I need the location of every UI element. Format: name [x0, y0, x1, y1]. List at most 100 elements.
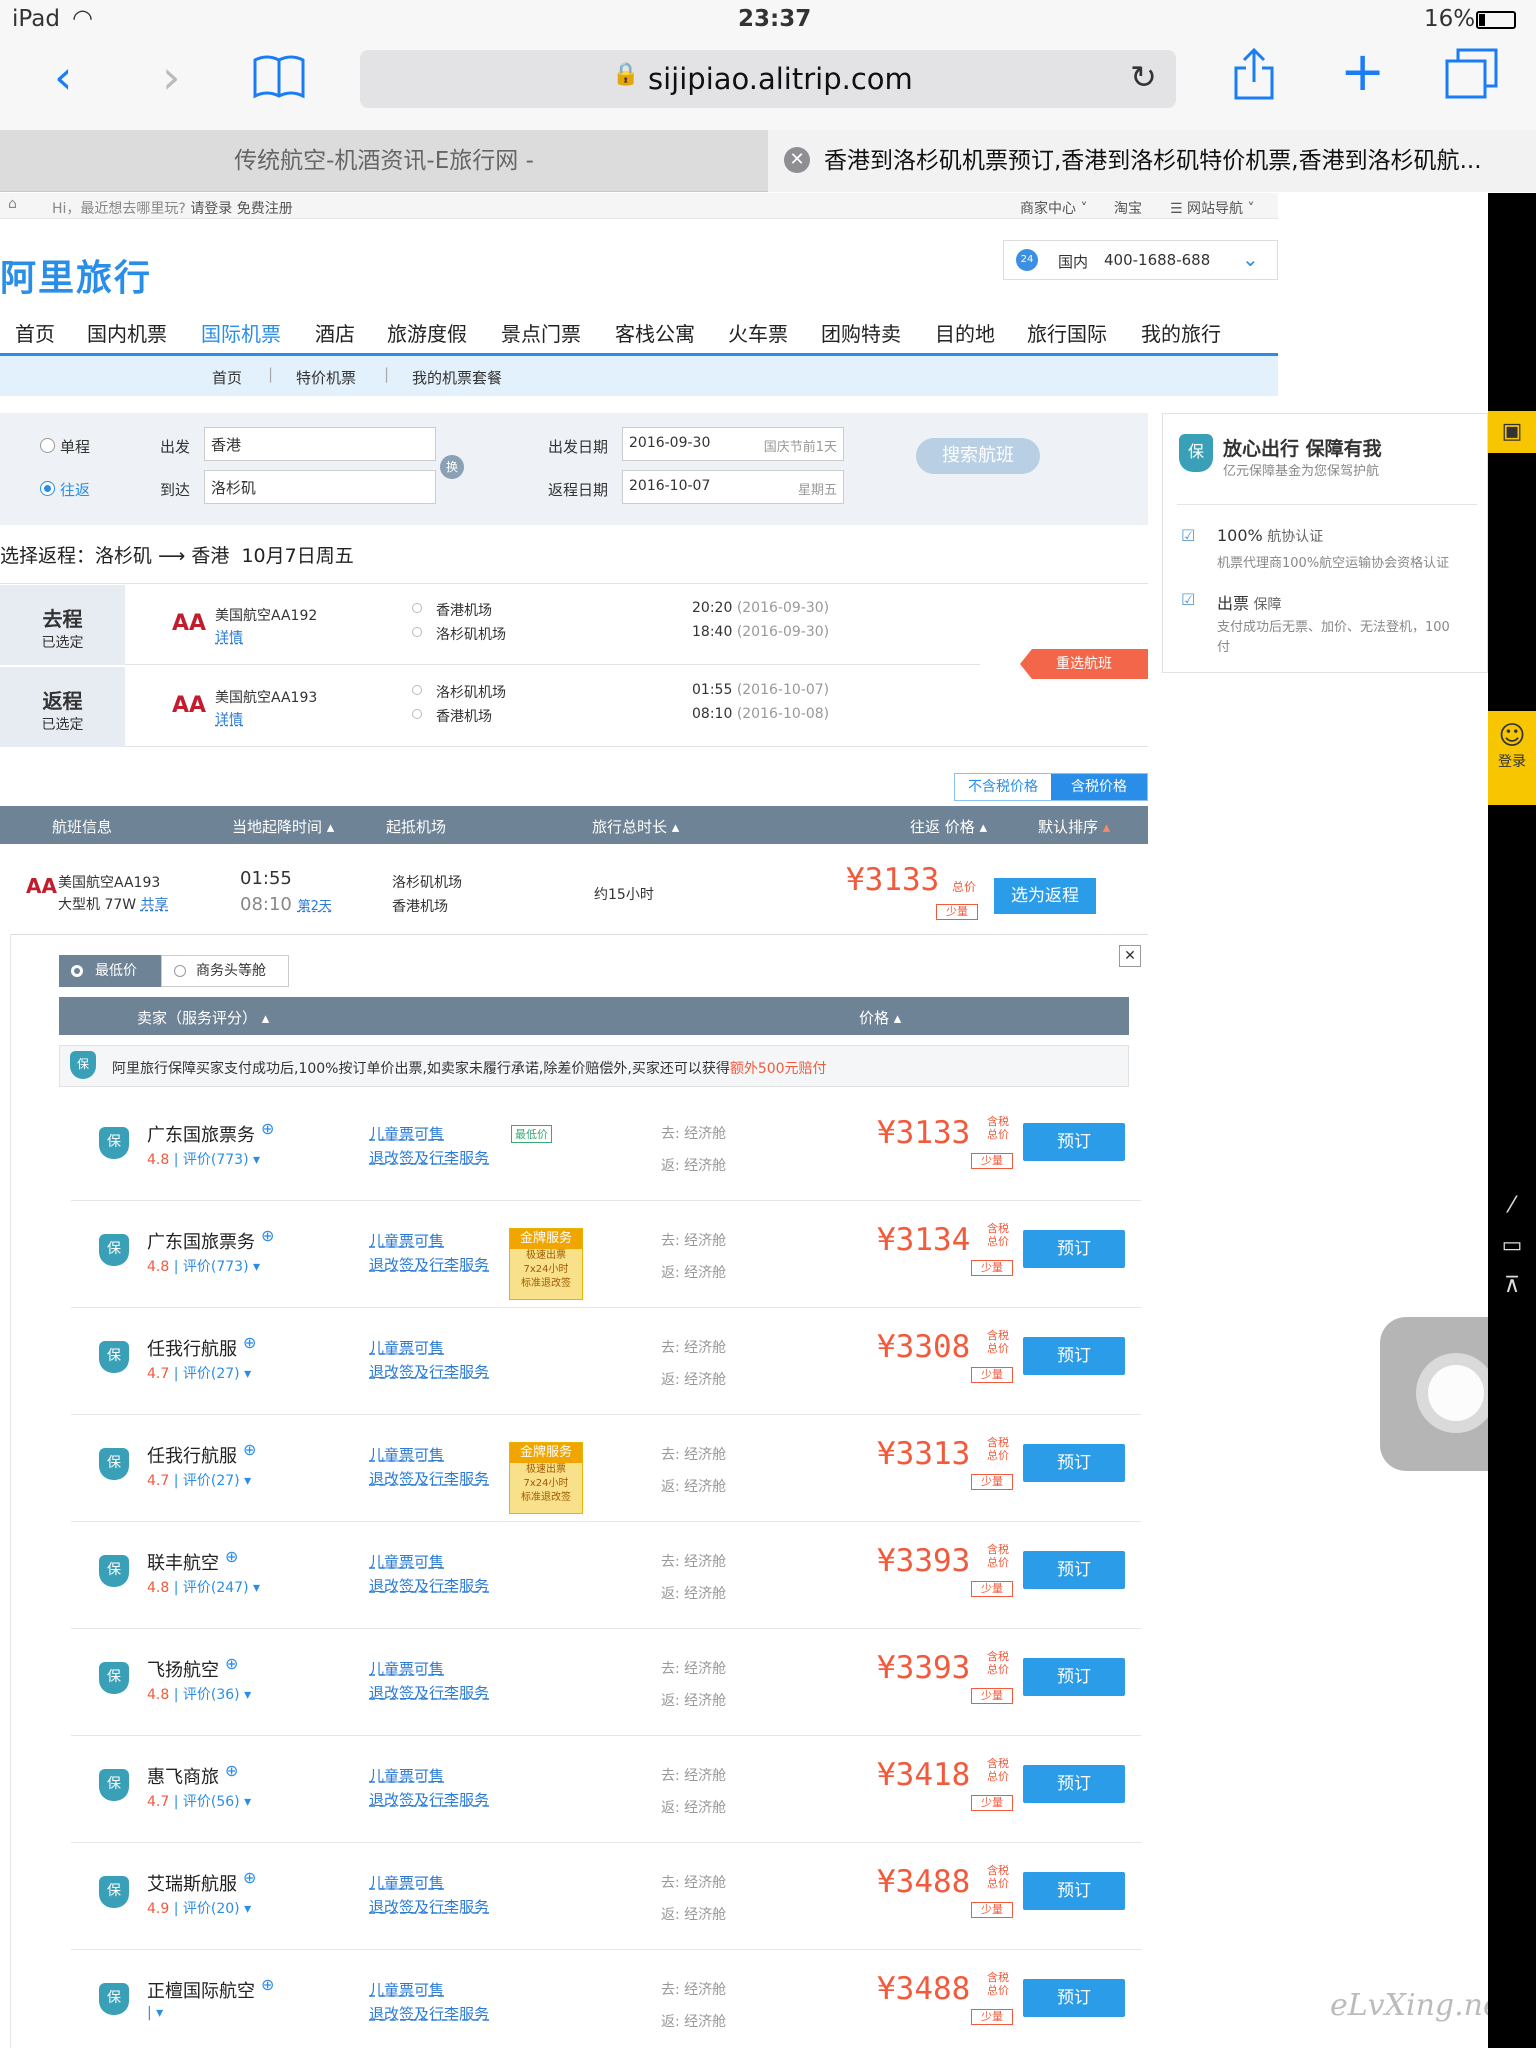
subnav-packages[interactable]: 我的机票套餐 [412, 367, 502, 388]
child-ticket-link[interactable]: 儿童票可售 [369, 1230, 444, 1251]
to-input[interactable]: 洛杉矶 [204, 470, 436, 504]
nav-vacation[interactable]: 旅游度假 [387, 318, 467, 347]
refund-policy-link[interactable]: 退改签及行李服务 [369, 1361, 489, 1382]
book-button[interactable]: 预订 [1023, 1551, 1125, 1589]
child-ticket-link[interactable]: 儿童票可售 [369, 1551, 444, 1572]
nav-group-buy[interactable]: 团购特卖 [821, 318, 901, 347]
refund-policy-link[interactable]: 退改签及行李服务 [369, 1682, 489, 1703]
share-icon[interactable] [1232, 46, 1276, 102]
nav-inns[interactable]: 客栈公寓 [615, 318, 695, 347]
from-input[interactable]: 香港 [204, 427, 436, 461]
seller-rating[interactable]: 4.7 | 评价(27) ▾ [147, 1470, 251, 1490]
codeshare-link[interactable]: 共享 [141, 897, 169, 913]
close-tab-icon[interactable]: ✕ [784, 147, 810, 173]
site-logo[interactable]: 阿里旅行 [0, 249, 152, 301]
refund-policy-link[interactable]: 退改签及行李服务 [369, 1254, 489, 1275]
close-icon[interactable]: ✕ [1119, 945, 1141, 967]
seller-name[interactable]: 艾瑞斯航服 [147, 1870, 237, 1896]
book-button[interactable]: 预订 [1023, 1337, 1125, 1375]
reselect-flight-button[interactable]: 重选航班 [1020, 649, 1148, 679]
book-button[interactable]: 预订 [1023, 1444, 1125, 1482]
child-ticket-link[interactable]: 儿童票可售 [369, 1872, 444, 1893]
child-ticket-link[interactable]: 儿童票可售 [369, 1444, 444, 1465]
nav-tickets[interactable]: 景点门票 [501, 318, 581, 347]
book-button[interactable]: 预订 [1023, 1230, 1125, 1268]
clipboard-icon[interactable]: ▣ [1488, 411, 1536, 453]
swap-button[interactable]: 换 [440, 455, 464, 479]
seller-rating[interactable]: 4.8 | 评价(247) ▾ [147, 1577, 260, 1597]
tab-active[interactable]: ✕ 香港到洛杉矶机票预订,香港到洛杉矶特价机票,香港到洛杉矶航... [768, 130, 1536, 192]
book-button[interactable]: 预订 [1023, 1872, 1125, 1910]
child-ticket-link[interactable]: 儿童票可售 [369, 1337, 444, 1358]
login-link[interactable]: 请登录 [190, 201, 232, 217]
home-icon[interactable]: ⌂ [8, 196, 17, 212]
book-button[interactable]: 预订 [1023, 1765, 1125, 1803]
hotline-box[interactable]: 24 国内 400-1688-688 ⌄ [1003, 240, 1278, 280]
edit-icon[interactable]: ⁄ [1488, 1193, 1536, 1229]
seller-rating[interactable]: 4.7 | 评价(56) ▾ [147, 1791, 251, 1811]
col-seller[interactable]: 卖家（服务评分） ▴ [137, 1007, 269, 1028]
back-icon[interactable]: ‹ [54, 50, 72, 104]
copy-icon[interactable]: ▭ [1488, 1233, 1536, 1269]
select-return-button[interactable]: 选为返程 [994, 878, 1096, 914]
nav-intl-flights[interactable]: 国际机票 [201, 318, 281, 347]
seller-name[interactable]: 任我行航服 [147, 1442, 237, 1468]
book-button[interactable]: 预订 [1023, 1123, 1125, 1161]
seller-rating[interactable]: 4.8 | 评价(773) ▾ [147, 1256, 260, 1276]
side-login-button[interactable]: ☺ 登录 [1488, 711, 1536, 805]
nav-train[interactable]: 火车票 [728, 318, 788, 347]
nav-destinations[interactable]: 目的地 [935, 318, 995, 347]
dep-date-input[interactable]: 2016-09-30 国庆节前1天 [622, 427, 844, 461]
details-link[interactable]: 详情 [215, 709, 243, 729]
refund-policy-link[interactable]: 退改签及行李服务 [369, 1575, 489, 1596]
refund-policy-link[interactable]: 退改签及行李服务 [369, 2003, 489, 2024]
seller-name[interactable]: 广东国旅票务 [147, 1121, 255, 1147]
book-button[interactable]: 预订 [1023, 1979, 1125, 2017]
site-nav-menu[interactable]: ☰ 网站导航 ˅ [1170, 198, 1254, 218]
new-tab-icon[interactable]: + [1340, 40, 1385, 103]
seller-name[interactable]: 正檀国际航空 [147, 1977, 255, 2003]
child-ticket-link[interactable]: 儿童票可售 [369, 1658, 444, 1679]
seller-name[interactable]: 任我行航服 [147, 1335, 237, 1361]
details-link[interactable]: 详情 [215, 627, 243, 647]
refund-policy-link[interactable]: 退改签及行李服务 [369, 1789, 489, 1810]
reload-icon[interactable]: ↻ [1130, 58, 1157, 96]
oneway-radio[interactable] [40, 438, 55, 453]
seller-name[interactable]: 广东国旅票务 [147, 1228, 255, 1254]
col-price[interactable]: 往返 价格 ▴ [910, 816, 987, 837]
nav-home[interactable]: 首页 [15, 318, 55, 347]
bookmarks-icon[interactable] [252, 54, 306, 100]
assistive-touch-button[interactable] [1380, 1317, 1488, 1471]
seller-rating[interactable]: 4.8 | 评价(36) ▾ [147, 1684, 251, 1704]
excl-tax-toggle[interactable]: 不含税价格 [955, 774, 1051, 800]
book-button[interactable]: 预订 [1023, 1658, 1125, 1696]
child-ticket-link[interactable]: 儿童票可售 [369, 1979, 444, 2000]
col-duration[interactable]: 旅行总时长 ▴ [592, 816, 679, 837]
seller-rating[interactable]: 4.7 | 评价(27) ▾ [147, 1363, 251, 1383]
taobao-link[interactable]: 淘宝 [1114, 198, 1142, 218]
col-default-sort[interactable]: 默认排序 ▴ [1038, 816, 1110, 837]
incl-tax-toggle[interactable]: 含税价格 [1051, 774, 1147, 800]
seller-name[interactable]: 惠飞商旅 [147, 1763, 219, 1789]
refund-policy-link[interactable]: 退改签及行李服务 [369, 1468, 489, 1489]
col-local-time[interactable]: 当地起降时间 ▴ [232, 816, 334, 837]
seller-name[interactable]: 飞扬航空 [147, 1656, 219, 1682]
nav-travel-intl[interactable]: 旅行国际 [1027, 318, 1107, 347]
address-bar[interactable]: 🔒 sijipiao.alitrip.com ↻ [360, 50, 1176, 108]
subnav-special[interactable]: 特价机票 [296, 367, 356, 388]
forward-icon[interactable]: › [162, 50, 180, 104]
seller-name[interactable]: 联丰航空 [147, 1549, 219, 1575]
merchant-center-link[interactable]: 商家中心 ˅ [1020, 198, 1087, 218]
register-link[interactable]: 免费注册 [237, 201, 293, 217]
seller-rating[interactable]: | ▾ [147, 2005, 163, 2021]
seller-rating[interactable]: 4.8 | 评价(773) ▾ [147, 1149, 260, 1169]
search-flights-button[interactable]: 搜索航班 [916, 438, 1040, 474]
col-seller-price[interactable]: 价格 ▴ [859, 1007, 901, 1028]
business-class-tab[interactable]: 商务头等舱 [161, 955, 289, 987]
refund-policy-link[interactable]: 退改签及行李服务 [369, 1147, 489, 1168]
seller-rating[interactable]: 4.9 | 评价(20) ▾ [147, 1898, 251, 1918]
back-to-top-icon[interactable]: ⊼ [1488, 1273, 1536, 1309]
nav-hotel[interactable]: 酒店 [315, 318, 355, 347]
roundtrip-radio[interactable] [40, 481, 55, 496]
refund-policy-link[interactable]: 退改签及行李服务 [369, 1896, 489, 1917]
